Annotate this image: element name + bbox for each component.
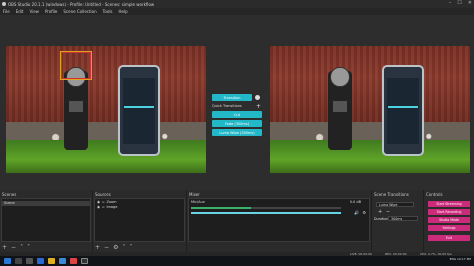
remove-icon[interactable]: − xyxy=(386,209,390,215)
menu-edit[interactable]: Edit xyxy=(16,9,24,14)
controls-panel: Controls Start Streaming Start Recording… xyxy=(424,190,474,252)
lock-icon[interactable]: ▫ xyxy=(102,200,104,204)
studio-transition-panel: Transition Quick Transitions + Cut Fade … xyxy=(212,94,262,144)
menu-help[interactable]: Help xyxy=(119,9,128,14)
add-quick-transition-icon[interactable]: + xyxy=(256,103,261,110)
gear-icon[interactable]: ⚙ xyxy=(362,210,366,215)
studio-workarea: Transition Quick Transitions + Cut Fade … xyxy=(0,15,474,190)
app-icon[interactable] xyxy=(70,258,77,264)
eye-icon[interactable]: ◉ xyxy=(97,205,100,209)
sources-title: Sources xyxy=(95,192,111,197)
eye-icon[interactable]: ◉ xyxy=(97,200,100,204)
scene-transitions-title: Scene Transitions xyxy=(374,192,409,197)
window-controls: – ☐ ✕ xyxy=(449,0,472,6)
scene-transitions-panel: Scene Transitions Luma Wipe + − Duration… xyxy=(372,190,423,252)
store-icon[interactable] xyxy=(59,258,66,264)
volume-slider[interactable] xyxy=(191,212,341,214)
edge-icon[interactable] xyxy=(37,258,44,264)
windows-taskbar: ENG 10:17 PM xyxy=(0,256,474,266)
remove-icon[interactable]: − xyxy=(104,244,109,251)
duration-label: Duration xyxy=(374,217,389,221)
volume-meter-level xyxy=(191,207,251,209)
add-icon[interactable]: + xyxy=(95,244,100,251)
system-tray: ENG 10:17 PM xyxy=(450,257,471,261)
sources-panel: Sources ◉ ▫ Zoom ◉ ▫ Image + − ⚙ ˄ ˅ xyxy=(93,190,186,252)
menu-file[interactable]: File xyxy=(3,9,10,14)
menu-tools[interactable]: Tools xyxy=(103,9,113,14)
menu-view[interactable]: View xyxy=(29,9,39,14)
add-icon[interactable]: + xyxy=(2,244,7,251)
maximize-icon[interactable]: ☐ xyxy=(457,0,461,6)
quick-luma-wipe-button[interactable]: Luma Wipe (300ms) xyxy=(212,129,262,136)
program-canvas xyxy=(270,46,470,173)
gear-icon[interactable]: ⚙ xyxy=(113,244,118,251)
scenes-list: Scene xyxy=(1,198,91,242)
preview-scene-image xyxy=(6,46,206,173)
program-scene-image xyxy=(270,46,470,173)
mixer-title: Mixer xyxy=(189,192,200,197)
remove-icon[interactable]: − xyxy=(11,244,16,251)
move-up-icon[interactable]: ˄ xyxy=(122,244,125,251)
source-item[interactable]: ◉ ▫ Image xyxy=(95,204,184,209)
move-up-icon[interactable]: ˄ xyxy=(20,244,23,251)
lock-icon[interactable]: ▫ xyxy=(102,205,104,209)
language-indicator[interactable]: ENG xyxy=(450,257,456,261)
move-down-icon[interactable]: ˅ xyxy=(27,244,30,251)
studio-mode-button[interactable]: Studio Mode xyxy=(428,217,470,223)
mixer-body: Mic/Aux 0.0 dB 🔊 ⚙ xyxy=(188,198,370,242)
gear-icon[interactable] xyxy=(255,95,260,100)
speaker-icon[interactable]: 🔊 xyxy=(354,210,359,215)
menu-scene-collection[interactable]: Scene Collection xyxy=(63,9,96,14)
menu-profile[interactable]: Profile xyxy=(45,9,57,14)
settings-button[interactable]: Settings xyxy=(428,225,470,231)
obs-taskbar-icon[interactable] xyxy=(81,258,88,264)
source-label: Zoom xyxy=(106,199,117,204)
quick-transitions-label: Quick Transitions xyxy=(212,104,242,108)
controls-title: Controls xyxy=(426,192,443,197)
mixer-track-label: Mic/Aux xyxy=(191,200,205,204)
add-icon[interactable]: + xyxy=(378,209,382,215)
quick-fade-button[interactable]: Fade (300ms) xyxy=(212,120,262,127)
scenes-title: Scenes xyxy=(2,192,17,197)
source-selection-box[interactable] xyxy=(60,51,92,81)
file-explorer-icon[interactable] xyxy=(48,258,55,264)
window-title: OBS Studio 20.1.1 (windows) - Profile: U… xyxy=(8,1,155,7)
scene-item[interactable]: Scene xyxy=(2,201,90,206)
transition-button[interactable]: Transition xyxy=(212,94,252,101)
preview-canvas[interactable] xyxy=(6,46,206,173)
menu-bar: File Edit View Profile Scene Collection … xyxy=(0,8,474,15)
start-recording-button[interactable]: Start Recording xyxy=(428,209,470,215)
move-down-icon[interactable]: ˅ xyxy=(129,244,132,251)
source-label: Image xyxy=(106,204,118,209)
sources-list: ◉ ▫ Zoom ◉ ▫ Image xyxy=(94,198,185,242)
task-view-icon[interactable] xyxy=(26,258,33,264)
minimize-icon[interactable]: – xyxy=(449,0,452,6)
scenes-panel: Scenes Scene + − ˄ ˅ xyxy=(0,190,92,252)
audio-mixer-panel: Mixer Mic/Aux 0.0 dB 🔊 ⚙ xyxy=(187,190,371,252)
title-bar: OBS Studio 20.1.1 (windows) - Profile: U… xyxy=(0,0,474,8)
start-icon[interactable] xyxy=(4,258,11,264)
exit-button[interactable]: Exit xyxy=(428,235,470,241)
close-icon[interactable]: ✕ xyxy=(468,0,472,6)
duration-field[interactable]: 300ms xyxy=(388,216,418,221)
obs-app-icon xyxy=(2,2,6,6)
quick-cut-button[interactable]: Cut xyxy=(212,111,262,118)
transition-select[interactable]: Luma Wipe xyxy=(376,202,414,207)
search-icon[interactable] xyxy=(15,258,22,264)
start-streaming-button[interactable]: Start Streaming xyxy=(428,201,470,207)
clock[interactable]: 10:17 PM xyxy=(457,257,471,261)
mixer-db-label: 0.0 dB xyxy=(349,200,361,204)
